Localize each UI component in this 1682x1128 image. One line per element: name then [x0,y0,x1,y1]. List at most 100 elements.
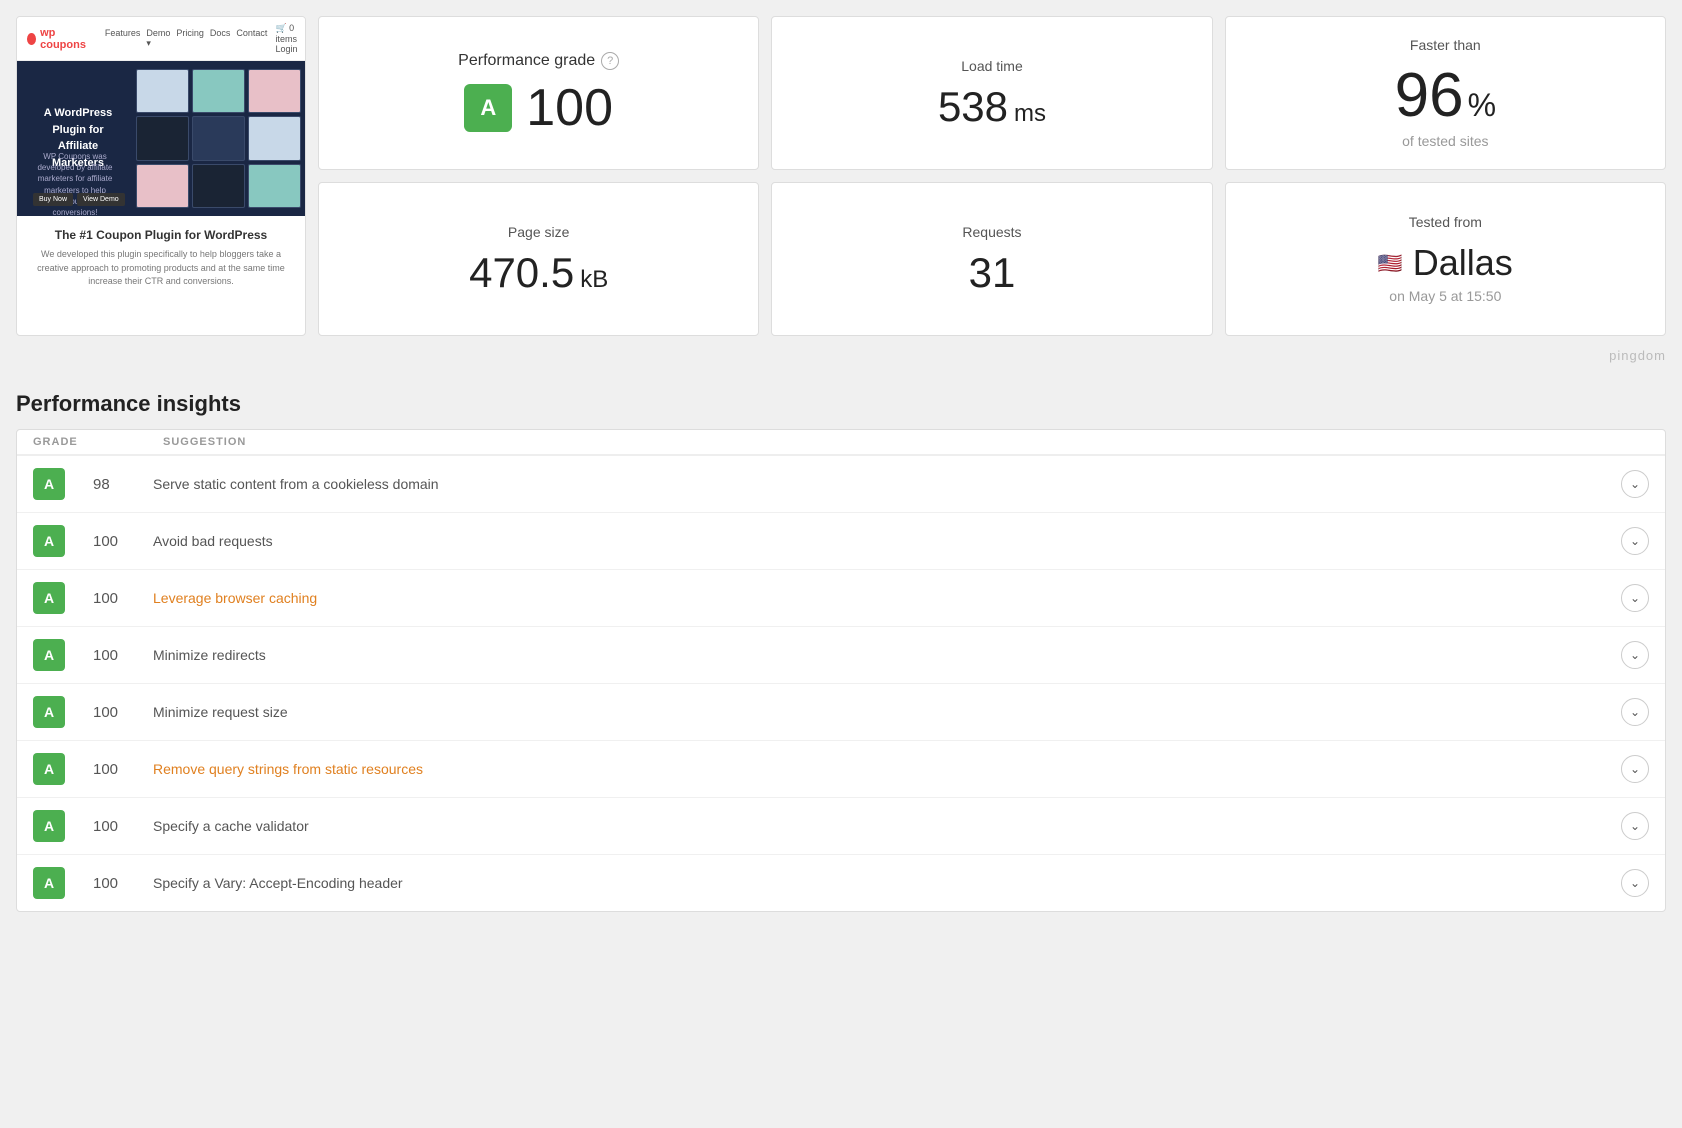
insights-row: A 100 Remove query strings from static r… [17,741,1665,798]
insights-row: A 100 Minimize request size ⌄ [17,684,1665,741]
expand-button[interactable]: ⌄ [1621,641,1649,669]
load-time-value: 538 [938,86,1008,128]
tested-from-card: Tested from 🇺🇸 Dallas on May 5 at 15:50 [1225,182,1666,336]
row-grade-badge: A [33,525,65,557]
row-score: 100 [93,533,153,550]
nav-links: Features Demo ▾ Pricing Docs Contact [105,28,268,49]
expand-button[interactable]: ⌄ [1621,869,1649,897]
performance-grade-card: Performance grade ? A 100 [318,16,759,170]
tested-city-row: 🇺🇸 Dallas [1378,242,1513,284]
grade-score: 100 [526,82,613,134]
load-time-unit: ms [1014,100,1046,128]
col-grade-header: GRADE [33,436,163,448]
top-section: wp coupons Features Demo ▾ Pricing Docs … [0,0,1682,344]
row-grade-badge: A [33,753,65,785]
row-suggestion: Remove query strings from static resourc… [153,761,1609,777]
faster-label: Faster than [1410,37,1481,53]
row-score: 100 [93,590,153,607]
faster-percent: 96 [1395,65,1464,127]
preview-card: wp coupons Features Demo ▾ Pricing Docs … [16,16,306,336]
site-desc: We developed this plugin specifically to… [33,248,289,289]
logo-icon [27,33,36,45]
row-score: 100 [93,647,153,664]
insights-row: A 98 Serve static content from a cookiel… [17,456,1665,513]
row-score: 100 [93,875,153,892]
row-suggestion: Specify a Vary: Accept-Encoding header [153,875,1609,891]
insights-row: A 100 Specify a cache validator ⌄ [17,798,1665,855]
screenshot-row-1 [136,69,301,113]
faster-than-card: Faster than 96 % of tested sites [1225,16,1666,170]
page-size-value-row: 470.5 kB [469,252,608,294]
row-grade-badge: A [33,582,65,614]
faster-value-row: 96 % [1395,65,1496,127]
faster-sub: of tested sites [1402,133,1488,149]
page-size-unit: kB [580,266,608,294]
faster-percent-sign: % [1468,87,1496,124]
row-score: 100 [93,818,153,835]
site-nav: wp coupons Features Demo ▾ Pricing Docs … [17,17,305,61]
thumb-1 [136,69,189,113]
thumb-2 [192,69,245,113]
demo-btn: View Demo [77,193,125,206]
thumb-6 [248,116,301,160]
expand-button[interactable]: ⌄ [1621,584,1649,612]
tested-date: on May 5 at 15:50 [1389,288,1501,304]
help-icon[interactable]: ? [601,52,619,70]
row-suggestion: Serve static content from a cookieless d… [153,476,1609,492]
thumb-3 [248,69,301,113]
flag-icon: 🇺🇸 [1378,251,1403,276]
row-suggestion: Minimize request size [153,704,1609,720]
requests-value: 31 [969,252,1016,294]
row-suggestion: Minimize redirects [153,647,1609,663]
screenshot-row-2 [136,116,301,160]
row-score: 98 [93,476,153,493]
page-size-card: Page size 470.5 kB [318,182,759,336]
row-grade-badge: A [33,468,65,500]
thumb-7 [136,164,189,208]
insights-row: A 100 Minimize redirects ⌄ [17,627,1665,684]
insights-row: A 100 Leverage browser caching ⌄ [17,570,1665,627]
tested-city: Dallas [1413,242,1513,284]
expand-button[interactable]: ⌄ [1621,755,1649,783]
nav-cart: 🛒 0 items Login [275,23,297,54]
expand-button[interactable]: ⌄ [1621,527,1649,555]
row-grade-badge: A [33,810,65,842]
hero-sub: WP Coupons was developed by affiliate ma… [33,151,117,216]
preview-image: A WordPress Plugin for Affiliate Markete… [17,61,305,216]
row-score: 100 [93,704,153,721]
load-time-label: Load time [961,58,1022,74]
load-time-card: Load time 538 ms [771,16,1212,170]
thumb-9 [248,164,301,208]
logo-text: wp coupons [40,27,89,51]
expand-button[interactable]: ⌄ [1621,698,1649,726]
requests-label: Requests [962,224,1021,240]
expand-button[interactable]: ⌄ [1621,812,1649,840]
insights-title: Performance insights [0,371,1682,429]
load-time-value-row: 538 ms [938,86,1046,128]
insights-row: A 100 Specify a Vary: Accept-Encoding he… [17,855,1665,911]
stats-grid: Performance grade ? A 100 Load time 538 … [318,16,1666,336]
performance-label: Performance grade ? [458,52,619,70]
site-logo: wp coupons [27,27,89,51]
thumb-4 [136,116,189,160]
insights-header: GRADE SUGGESTION [17,430,1665,456]
thumb-8 [192,164,245,208]
pingdom-watermark: pingdom [0,344,1682,371]
insights-row: A 100 Avoid bad requests ⌄ [17,513,1665,570]
screenshot-row-3 [136,164,301,208]
insights-wrapper: Performance insights GRADE SUGGESTION A … [0,371,1682,944]
row-suggestion: Avoid bad requests [153,533,1609,549]
row-suggestion: Specify a cache validator [153,818,1609,834]
insights-rows: A 98 Serve static content from a cookiel… [17,456,1665,911]
expand-button[interactable]: ⌄ [1621,470,1649,498]
thumb-5 [192,116,245,160]
grade-score-row: A 100 [464,82,613,134]
page-size-value: 470.5 [469,252,574,294]
hero-btns: Buy Now View Demo [33,193,125,206]
tested-label: Tested from [1409,214,1482,230]
grade-badge: A [464,84,512,132]
preview-bottom: The #1 Coupon Plugin for WordPress We de… [17,216,305,305]
col-suggestion-header: SUGGESTION [163,436,1609,448]
site-title: The #1 Coupon Plugin for WordPress [33,228,289,242]
insights-table: GRADE SUGGESTION A 98 Serve static conte… [16,429,1666,912]
